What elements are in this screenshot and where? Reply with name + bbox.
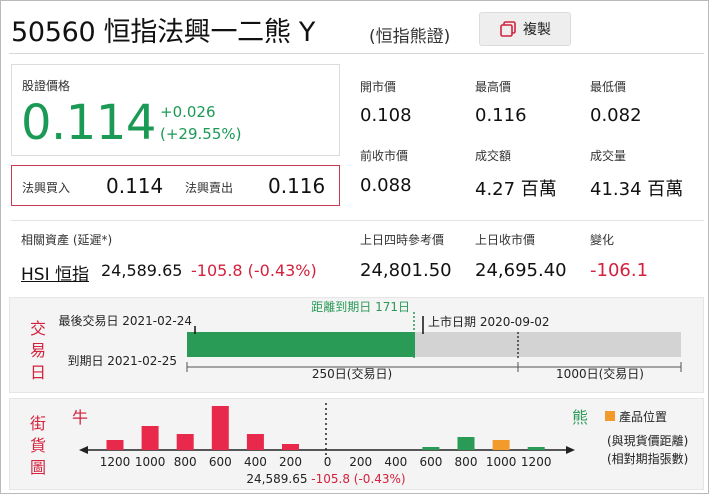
bid-price: 0.114 (106, 174, 164, 198)
product-legend-label: 產品位置 (619, 409, 667, 424)
stat-turnover-value: 4.27 百萬 (475, 179, 557, 200)
warrant-detail-panel: 50560 恒指法興一二熊 Y (恒指熊證) 複製 股證價格 0.114 +0.… (0, 0, 709, 494)
bull-bar (211, 406, 229, 450)
expiry-label: 到期日 2021-02-25 (67, 354, 177, 368)
related-asset-price: 24,589.65 (101, 261, 183, 280)
trading-days-panel: 交 易 日 最後交易日 2021-02-24 到期日 2021-02-25 距離… (9, 297, 704, 393)
street-chart-panel: 街 貨 圖 牛 熊 產品位置 (與現貨價距離) (相對期指張數) 1200 100… (9, 398, 704, 490)
axis-tick-label: 200 (349, 455, 372, 469)
copy-button-label: 複製 (523, 22, 551, 38)
bid-ask-box: 法興買入 0.114 法興賣出 0.116 (11, 165, 340, 206)
axis-tick-label: 200 (279, 455, 302, 469)
axis-tick-label: 400 (384, 455, 407, 469)
axis-tick-label: 1200 (521, 455, 552, 469)
prev-close-value: 24,695.40 (475, 260, 567, 281)
spot-price-label: 24,589.65 -105.8 (-0.43%) (246, 472, 405, 486)
change-value: -106.1 (590, 260, 649, 281)
stat-open-value: 0.108 (360, 105, 412, 126)
ask-label: 法興賣出 (185, 181, 234, 195)
page-title: 50560 恒指法興一二熊 Y (11, 17, 316, 48)
stat-prev-close-value: 0.088 (360, 175, 412, 196)
product-type: (恒指熊證) (369, 27, 451, 47)
ref-price-value: 24,801.50 (360, 260, 452, 281)
change-label: 變化 (590, 233, 615, 247)
days-to-expiry-label: 距離到期日 171日 (311, 300, 410, 314)
axis-tick-label: 1000 (135, 455, 166, 469)
stat-high-label: 最高價 (475, 80, 512, 94)
axis-right-arrow (566, 446, 575, 454)
price-box: 股證價格 0.114 +0.026 (+29.55%) (11, 64, 340, 156)
current-price: 0.114 (21, 95, 156, 151)
related-asset-label: 相關資產 (延遲*) (21, 233, 113, 247)
axis-tick-label: 400 (244, 455, 267, 469)
price-change-value: +0.026 (160, 103, 216, 121)
bull-bar (176, 434, 194, 450)
prev-close-label: 上日收市價 (475, 233, 536, 247)
related-asset-change: -105.8 (-0.43%) (191, 261, 317, 280)
bear-bar (457, 437, 475, 450)
last-trade-label: 最後交易日 2021-02-24 (58, 313, 192, 328)
bear-bar (422, 447, 440, 450)
bear-label: 熊 (572, 408, 588, 427)
copy-icon (500, 21, 516, 37)
product-position-bar (492, 440, 510, 450)
bull-bar (106, 440, 124, 450)
stat-low-label: 最低價 (590, 80, 627, 94)
street-chart: 牛 熊 產品位置 (與現貨價距離) (相對期指張數) 1200 1000 800 60… (72, 403, 688, 486)
axis-tick-label: 600 (419, 455, 442, 469)
stat-prev-close-label: 前收市價 (360, 149, 409, 163)
price-label: 股證價格 (22, 79, 71, 93)
copy-button[interactable]: 複製 (479, 12, 571, 46)
bull-bar (246, 434, 264, 450)
contracts-note: (相對期指張數) (607, 451, 688, 466)
bid-label: 法興買入 (22, 181, 71, 195)
scale-250-label: 250日(交易日) (312, 366, 392, 381)
price-change: +0.026 (+29.55%) (160, 101, 241, 145)
bull-label: 牛 (72, 408, 88, 427)
stat-turnover-label: 成交額 (475, 149, 512, 163)
header-divider (9, 53, 704, 54)
price-change-percent: (+29.55%) (160, 125, 242, 143)
listing-date-label: 上市日期 2020-09-02 (428, 314, 550, 329)
stat-open-label: 開市價 (360, 80, 397, 94)
distance-note: (與現貨價距離) (607, 433, 688, 448)
bull-bar (141, 426, 159, 450)
ref-price-label: 上日四時參考價 (360, 233, 445, 247)
axis-tick-label: 800 (455, 455, 478, 469)
stat-high-value: 0.116 (475, 105, 527, 126)
stat-volume-value: 41.34 百萬 (590, 179, 684, 200)
stat-volume-label: 成交量 (590, 149, 627, 163)
trading-days-timeline: 最後交易日 2021-02-24 到期日 2021-02-25 距離到期日 17… (58, 300, 682, 381)
axis-tick-label: 800 (174, 455, 197, 469)
axis-tick-label: 0 (324, 455, 332, 469)
scale-1000-label: 1000日(交易日) (556, 366, 644, 381)
axis-tick-label: 600 (209, 455, 232, 469)
stat-low-value: 0.082 (590, 105, 642, 126)
axis-tick-label: 1000 (486, 455, 517, 469)
axis-tick-label: 1200 (100, 455, 131, 469)
ask-price: 0.116 (268, 174, 326, 198)
trading-days-progress-bar (187, 332, 415, 357)
product-legend-swatch (605, 411, 615, 421)
axis-left-arrow (79, 446, 88, 454)
section-divider (11, 220, 704, 221)
bear-bar (527, 447, 545, 450)
bull-bar (282, 444, 299, 450)
related-asset-link[interactable]: HSI 恒指 (21, 260, 89, 285)
